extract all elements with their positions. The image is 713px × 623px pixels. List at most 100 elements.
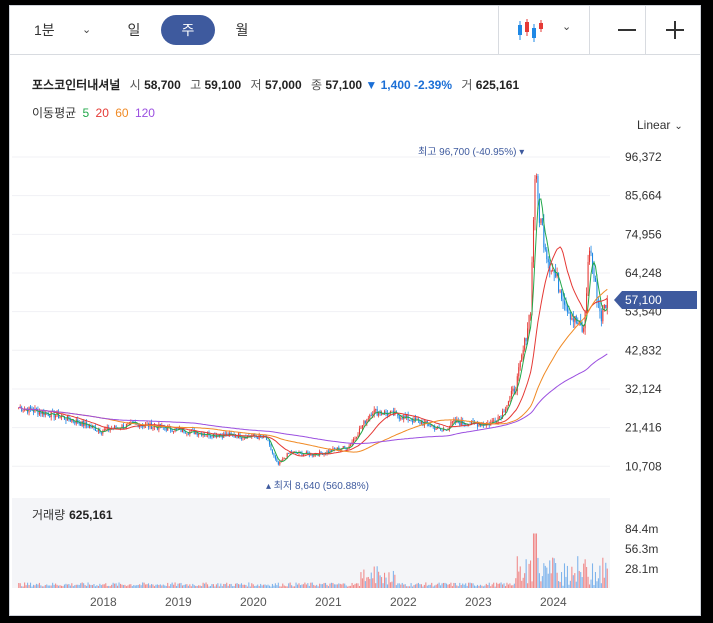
volume-bar	[338, 583, 340, 588]
candle	[518, 367, 520, 377]
volume-bar	[158, 585, 160, 588]
volume-bar	[342, 583, 344, 588]
volume-bar	[260, 583, 262, 588]
chart-window: 1분 ⌄ 일 주 월 ⌄ 포스코인터내셔널 시 58,700 고 59,100 …	[9, 5, 701, 616]
volume-bar	[578, 570, 580, 588]
volume-bar	[117, 585, 119, 588]
candle	[524, 338, 526, 350]
volume-bar	[440, 585, 442, 588]
candle	[71, 419, 73, 422]
volume-bar	[177, 583, 179, 588]
candle	[398, 416, 400, 419]
volume-bar	[313, 584, 315, 588]
candle	[187, 433, 189, 435]
volume-bar	[443, 582, 445, 588]
volume-bar	[255, 585, 257, 588]
candle	[504, 409, 507, 413]
volume-bar	[323, 582, 325, 588]
volume-bar	[32, 584, 35, 588]
volume-bar	[119, 583, 122, 588]
candle	[288, 453, 290, 454]
volume-bar	[270, 586, 272, 588]
volume-bar	[130, 584, 132, 588]
volume-bar	[140, 585, 142, 588]
candle	[89, 425, 91, 428]
volume-bar	[351, 582, 353, 588]
volume-bar	[111, 584, 113, 588]
candle	[236, 436, 238, 438]
ma-line-5	[18, 198, 608, 463]
candle	[96, 430, 98, 432]
volume-bar	[202, 582, 204, 588]
volume-bar	[500, 582, 502, 588]
candle	[375, 409, 377, 410]
candle	[451, 421, 453, 423]
candle	[361, 425, 363, 429]
volume-bar	[230, 583, 232, 588]
volume-bar	[350, 585, 352, 588]
candle	[566, 305, 568, 313]
volume-bar	[558, 581, 560, 588]
volume-bar	[434, 585, 436, 588]
volume-bar	[277, 582, 279, 588]
volume-bar	[171, 582, 173, 588]
volume-bar	[63, 584, 65, 588]
volume-bar	[325, 582, 327, 588]
volume-bar	[478, 585, 480, 588]
candle	[230, 432, 232, 435]
volume-bar	[53, 584, 55, 588]
candle	[367, 418, 369, 420]
candle	[171, 430, 173, 433]
candle	[544, 247, 546, 250]
volume-bar	[465, 583, 467, 588]
candle	[435, 428, 437, 430]
candle	[240, 438, 242, 439]
candle	[441, 429, 443, 431]
volume-bar	[65, 583, 67, 588]
candle	[100, 432, 102, 434]
volume-bar	[71, 583, 73, 588]
candle	[535, 176, 537, 180]
candle	[105, 429, 107, 430]
volume-bar	[398, 583, 400, 588]
volume-bar	[205, 582, 207, 588]
candle	[74, 421, 76, 424]
volume-bar	[84, 585, 86, 588]
candle	[400, 418, 402, 420]
x-tick-label: 2024	[540, 595, 567, 609]
candle	[512, 388, 514, 391]
volume-bar	[167, 582, 169, 588]
volume-bar	[21, 586, 23, 588]
volume-bar	[437, 583, 439, 588]
volume-label: 거래량	[32, 508, 66, 522]
candle	[355, 437, 358, 439]
candle	[363, 420, 365, 426]
volume-bar	[589, 584, 591, 588]
candle	[279, 461, 281, 465]
candle	[78, 422, 80, 424]
candle	[550, 270, 552, 272]
volume-bar	[472, 583, 474, 588]
volume-bar	[537, 557, 539, 588]
volume-bar	[156, 584, 158, 588]
price-chart[interactable]: 96,37285,66474,95664,24853,54042,83232,1…	[10, 6, 700, 615]
candle	[313, 455, 315, 457]
volume-bar	[391, 581, 393, 588]
volume-bar	[382, 583, 384, 588]
volume-bar	[258, 585, 260, 588]
x-tick-label: 2023	[465, 595, 492, 609]
volume-bar	[509, 583, 511, 588]
volume-tick-label: 56.3m	[625, 542, 658, 556]
volume-bar	[283, 585, 285, 588]
candle	[38, 411, 40, 415]
candle	[271, 450, 273, 454]
volume-bar	[227, 585, 229, 588]
volume-bar	[105, 583, 107, 588]
candle	[509, 396, 511, 402]
volume-bar	[354, 583, 356, 588]
volume-bar	[428, 584, 430, 588]
candle	[513, 388, 515, 393]
volume-bar	[429, 584, 431, 588]
candle	[152, 427, 154, 430]
volume-bar	[530, 560, 532, 588]
